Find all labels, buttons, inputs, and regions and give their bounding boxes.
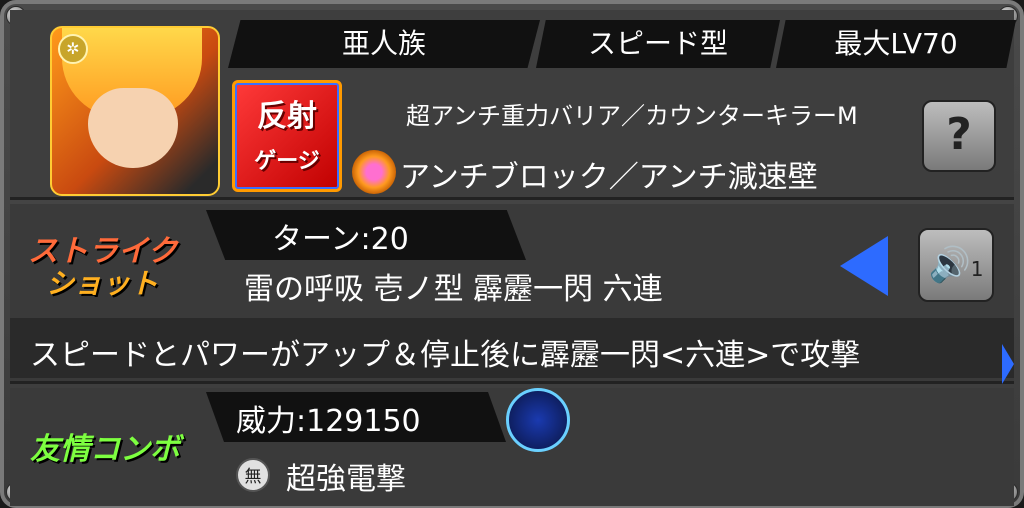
gauge-badge-sub: ゲージ [254,149,320,174]
friendship-combo-power: 威力:129150 [236,404,421,439]
friendship-combo-icon [506,388,570,452]
strike-shot-section: ストライク ショット ターン:20 雷の呼吸 壱ノ型 霹靂一閃 六連 🔊1 スピ… [10,204,1014,384]
tribe-tag: 亜人族 [228,20,540,68]
gauge-abilities: 超アンチ重力バリア／カウンターキラーM [406,102,858,130]
max-level-tag: 最大LV70 [776,20,1016,68]
question-icon: ? [946,109,972,160]
connect-abilities: アンチブロック／アンチ減速壁 [400,160,818,195]
battle-type-tag: スピード型 [536,20,780,68]
element-icon: ✲ [58,34,88,64]
strike-shot-description: スピードとパワーがアップ＆停止後に霹靂一閃<六連>で攻撃 [30,338,861,373]
sound-button[interactable]: 🔊1 [918,228,994,302]
connect-skill-orb-icon [352,150,396,194]
strike-shot-title-line2: ショット [46,267,159,300]
speaker-icon: 🔊 [928,245,971,285]
next-arrow-icon[interactable] [1002,344,1014,384]
portrait-face [88,88,178,168]
monster-info-panel: ✲ 亜人族 スピード型 最大LV70 反射 ゲージ 超アンチ重力バリア／カウンタ… [0,0,1024,508]
strike-shot-description-bar: スピードとパワーがアップ＆停止後に霹靂一閃<六連>で攻撃 [10,318,1014,378]
friendship-combo-title: 友情コンボ [30,432,180,467]
character-section: ✲ 亜人族 スピード型 最大LV70 反射 ゲージ 超アンチ重力バリア／カウンタ… [10,10,1016,200]
prev-arrow-icon[interactable] [840,236,888,296]
gauge-type-badge: 反射 ゲージ [232,80,342,192]
no-element-icon: 無 [236,458,270,492]
help-button[interactable]: ? [922,100,996,172]
sound-number: 1 [970,257,984,281]
gauge-badge-main: 反射 [257,99,317,134]
character-portrait[interactable]: ✲ [50,26,220,196]
friendship-combo-section: 友情コンボ 威力:129150 無 超強電撃 [10,388,1014,506]
friendship-combo-name: 超強電撃 [286,462,406,497]
strike-shot-name: 雷の呼吸 壱ノ型 霹靂一閃 六連 [244,272,663,307]
strike-shot-turns: ターン:20 [272,222,409,257]
